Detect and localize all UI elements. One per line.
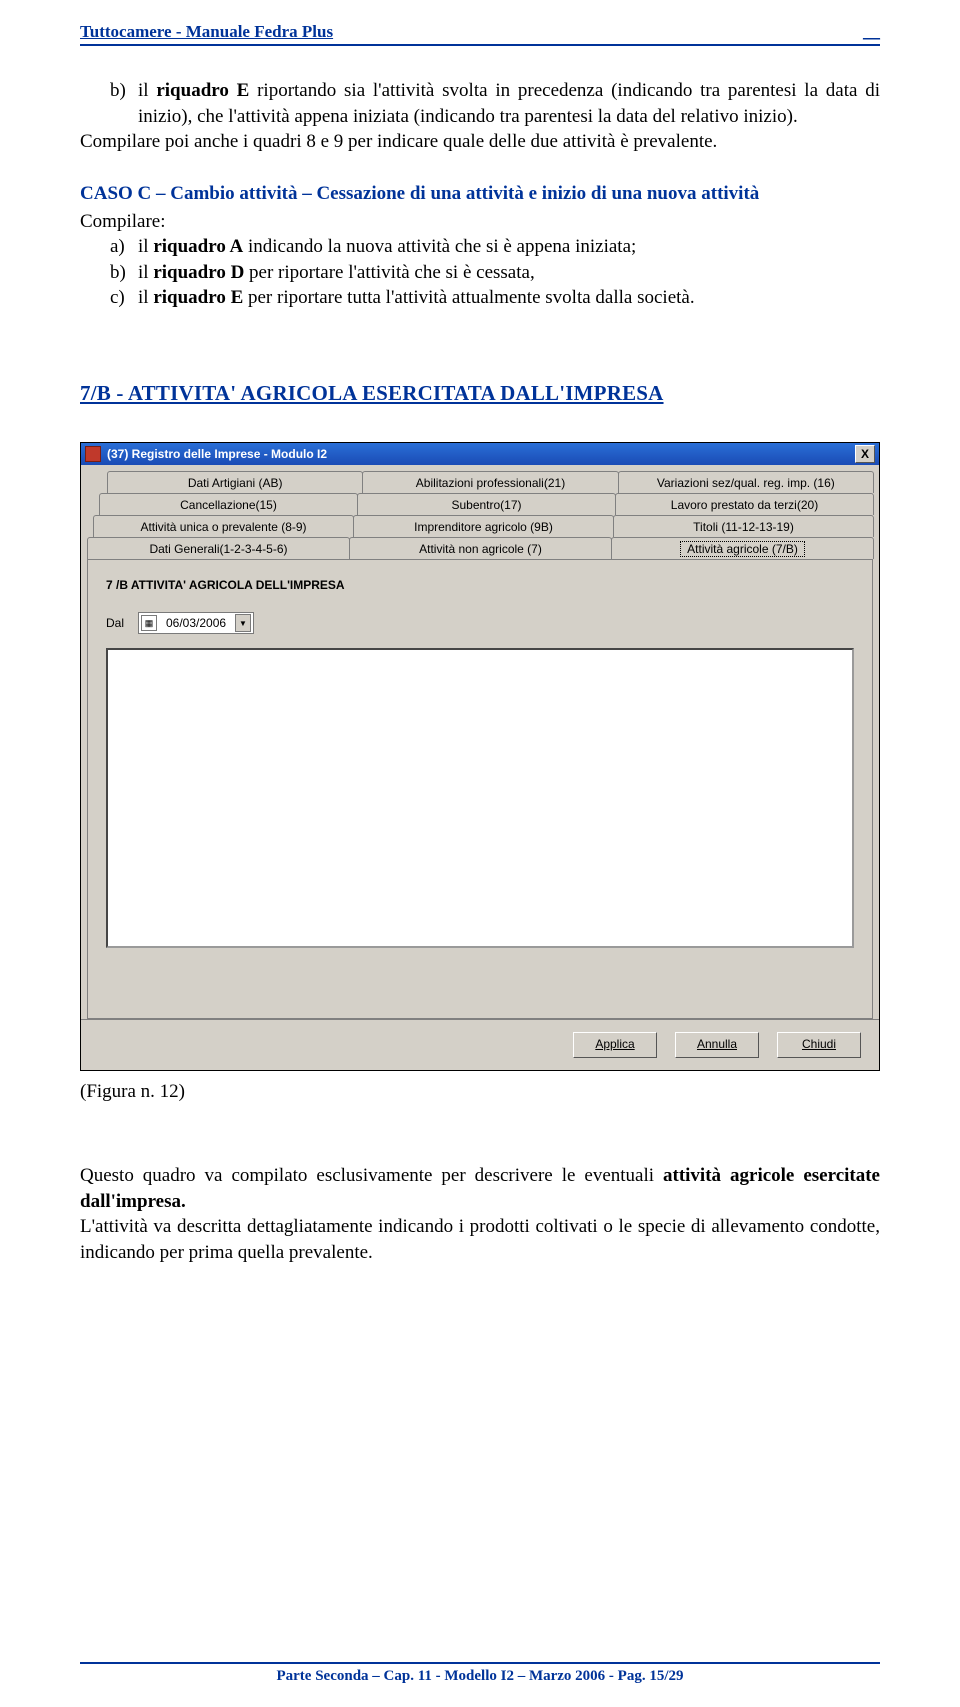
lbl: Attività agricole (7/B) xyxy=(680,541,805,557)
lbl: Dati Artigiani (AB) xyxy=(188,476,283,490)
page-footer: Parte Seconda – Cap. 11 - Modello I2 – M… xyxy=(80,1662,880,1685)
lbl: Cancellazione(15) xyxy=(180,498,277,512)
panel-title: 7 /B ATTIVITA' AGRICOLA DELL'IMPRESA xyxy=(106,578,854,592)
calendar-icon: ▦ xyxy=(141,615,157,631)
outro-p2: L'attività va descritta dettagliatamente… xyxy=(80,1214,880,1265)
panel-7b: 7 /B ATTIVITA' AGRICOLA DELL'IMPRESA Dal… xyxy=(87,559,873,1019)
t: indicando la nuova attività che si è app… xyxy=(243,236,636,257)
lbl: Titoli (11-12-13-19) xyxy=(693,520,794,534)
b: riquadro D xyxy=(153,262,244,283)
tab-subentro[interactable]: Subentro(17) xyxy=(357,493,616,515)
tab-abilitazioni[interactable]: Abilitazioni professionali(21) xyxy=(362,471,618,493)
lbl: Imprenditore agricolo (9B) xyxy=(414,520,553,534)
t: il xyxy=(138,287,153,308)
close-button[interactable]: X xyxy=(855,445,875,463)
t: il xyxy=(138,236,153,257)
lbl: Subentro(17) xyxy=(451,498,521,512)
annulla-button[interactable]: Annulla xyxy=(675,1032,759,1058)
tabs-area: Dati Artigiani (AB) Abilitazioni profess… xyxy=(81,465,879,1019)
date-value: 06/03/2006 xyxy=(166,616,226,630)
item-c: c) il riquadro E per riportare tutta l'a… xyxy=(110,285,880,311)
t: per riportare l'attività che si è cessat… xyxy=(244,262,534,283)
lbl: Attività unica o prevalente (8-9) xyxy=(140,520,306,534)
tab-dati-artigiani[interactable]: Dati Artigiani (AB) xyxy=(107,471,363,493)
lbl: Dati Generali(1-2-3-4-5-6) xyxy=(149,542,287,556)
mk: c) xyxy=(110,285,138,311)
compilare-label: Compilare: xyxy=(80,209,880,235)
section-7b-heading: 7/B - ATTIVITA' AGRICOLA ESERCITATA DALL… xyxy=(80,381,880,406)
tab-titoli[interactable]: Titoli (11-12-13-19) xyxy=(613,515,874,537)
tab-imprenditore-agricolo[interactable]: Imprenditore agricolo (9B) xyxy=(353,515,614,537)
item-b2: b) il riquadro D per riportare l'attivit… xyxy=(110,260,880,286)
t: il xyxy=(138,80,156,101)
t: il xyxy=(138,262,153,283)
dal-label: Dal xyxy=(106,616,124,630)
b: riquadro A xyxy=(153,236,243,257)
item-b-marker: b) xyxy=(110,78,138,129)
date-input[interactable]: ▦ 06/03/2006 ▼ xyxy=(138,612,254,634)
page-header: Tuttocamere - Manuale Fedra Plus __ xyxy=(80,22,880,46)
app-icon xyxy=(85,446,101,462)
tab-lavoro-terzi[interactable]: Lavoro prestato da terzi(20) xyxy=(615,493,874,515)
t: riportando sia l'attività svolta in prec… xyxy=(138,80,880,127)
tab-dati-generali[interactable]: Dati Generali(1-2-3-4-5-6) xyxy=(87,537,350,559)
tab-attivita-unica[interactable]: Attività unica o prevalente (8-9) xyxy=(93,515,354,537)
b: riquadro E xyxy=(153,287,243,308)
riquadro-e: riquadro E xyxy=(156,80,249,101)
header-title: Tuttocamere - Manuale Fedra Plus xyxy=(80,22,333,42)
outro-p1: Questo quadro va compilato esclusivament… xyxy=(80,1163,880,1214)
header-sep: __ xyxy=(863,22,880,42)
figure-caption: (Figura n. 12) xyxy=(80,1081,880,1103)
ct: il riquadro E per riportare tutta l'atti… xyxy=(138,285,880,311)
applica-button[interactable]: Applica xyxy=(573,1032,657,1058)
tab-attivita-non-agricole[interactable]: Attività non agricole (7) xyxy=(349,537,612,559)
chevron-down-icon[interactable]: ▼ xyxy=(235,614,251,632)
titlebar: (37) Registro delle Imprese - Modulo I2 … xyxy=(81,443,879,465)
item-b: b) il riquadro E riportando sia l'attivi… xyxy=(110,78,880,129)
item-b-text: il riquadro E riportando sia l'attività … xyxy=(138,78,880,129)
lbl: Variazioni sez/qual. reg. imp. (16) xyxy=(657,476,835,490)
t: per riportare tutta l'attività attualmen… xyxy=(243,287,694,308)
chiudi-button[interactable]: Chiudi xyxy=(777,1032,861,1058)
tab-variazioni[interactable]: Variazioni sez/qual. reg. imp. (16) xyxy=(618,471,874,493)
window-title: (37) Registro delle Imprese - Modulo I2 xyxy=(107,447,855,461)
button-bar: Applica Annulla Chiudi xyxy=(81,1019,879,1070)
app-window: (37) Registro delle Imprese - Modulo I2 … xyxy=(80,442,880,1071)
tab-attivita-agricole[interactable]: Attività agricole (7/B) xyxy=(611,537,874,559)
lbl: Attività non agricole (7) xyxy=(419,542,542,556)
ct: il riquadro A indicando la nuova attivit… xyxy=(138,234,880,260)
caso-c-title: CASO C – Cambio attività – Cessazione di… xyxy=(80,181,880,207)
mk: b) xyxy=(110,260,138,286)
t: Questo quadro va compilato esclusivament… xyxy=(80,1165,663,1186)
ct: il riquadro D per riportare l'attività c… xyxy=(138,260,880,286)
item-a: a) il riquadro A indicando la nuova atti… xyxy=(110,234,880,260)
mk: a) xyxy=(110,234,138,260)
tab-cancellazione[interactable]: Cancellazione(15) xyxy=(99,493,358,515)
para-compilare-89: Compilare poi anche i quadri 8 e 9 per i… xyxy=(80,129,880,155)
lbl: Abilitazioni professionali(21) xyxy=(416,476,565,490)
lbl: Lavoro prestato da terzi(20) xyxy=(671,498,818,512)
description-textarea[interactable] xyxy=(106,648,854,948)
